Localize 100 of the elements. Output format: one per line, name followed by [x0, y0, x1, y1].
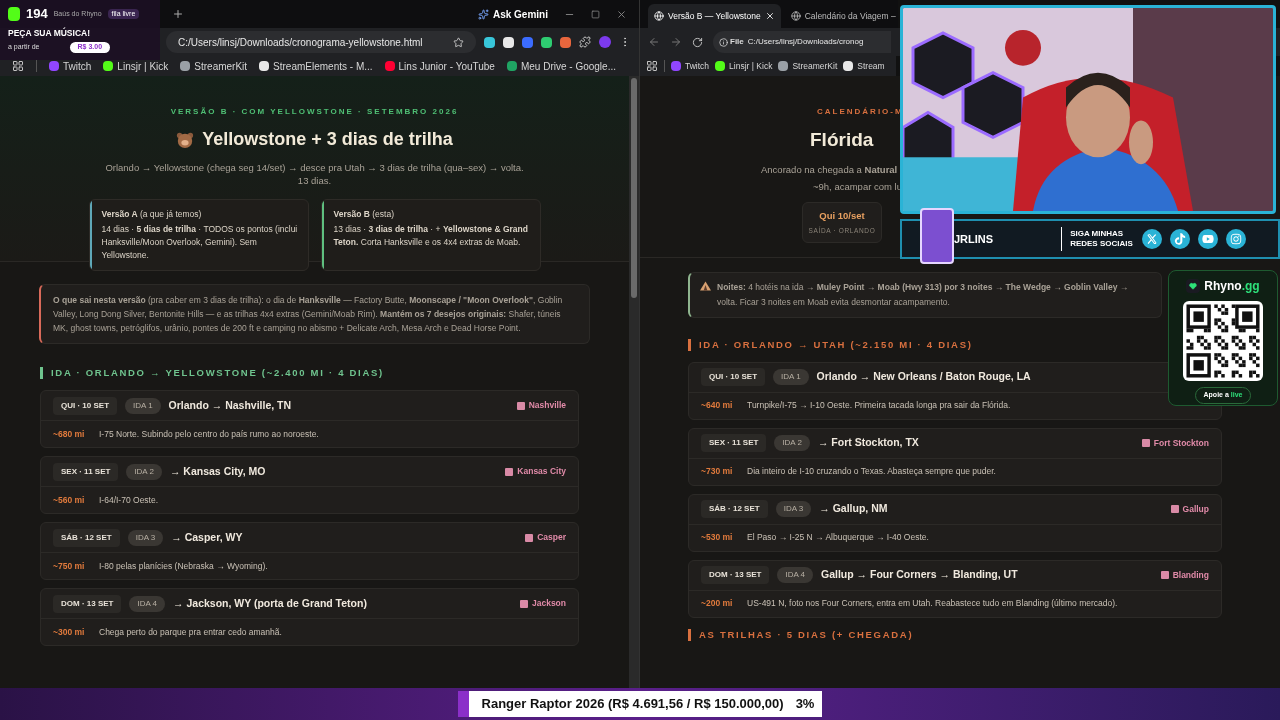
- hotel-name: Kansas City: [517, 465, 566, 479]
- hotel-icon: [1160, 571, 1169, 580]
- new-tab-icon[interactable]: [172, 8, 184, 20]
- bookmark-link[interactable]: Stream: [843, 59, 885, 73]
- day-title: → Kansas City, MO: [169, 463, 266, 479]
- day-title: → Fort Stockton, TX: [817, 435, 919, 451]
- bookmark-link[interactable]: Lins Junior - YouTube: [384, 58, 495, 74]
- tiktok-icon: [1170, 229, 1191, 249]
- section-title: AS TRILHAS · 5 DIAS (+ CHEGADA): [699, 627, 914, 642]
- bookmark-link[interactable]: Twitch: [49, 58, 92, 74]
- ida-badge: IDA 3: [127, 529, 164, 546]
- reload-icon[interactable]: [692, 36, 703, 48]
- version-description: 14 dias · 5 dias de trilha · TODOS os pontos (inclui Hanksville/Moon Overlook, Gemini). Sem Yellowstone.: [101, 222, 298, 262]
- bookmark-star-icon[interactable]: [453, 36, 464, 48]
- scrollbar-thumb[interactable]: [631, 78, 637, 298]
- heart-icon: [1186, 279, 1201, 293]
- day-title: → Jackson, WY (porta de Grand Teton): [173, 595, 367, 611]
- date-badge: QUI · 10 SET: [701, 368, 765, 387]
- info-icon: [719, 37, 728, 47]
- day-detail: Chega perto do parque pra entrar cedo amanhã.: [99, 625, 282, 639]
- mileage: ~730 mi: [701, 465, 734, 479]
- date-badge: DOM · 13 SET: [701, 566, 770, 585]
- mileage: ~530 mi: [701, 531, 734, 545]
- ida-badge: IDA 1: [125, 397, 161, 414]
- day-title: Orlando → New Orleans / Baton Rouge, LA: [816, 369, 1031, 385]
- section-title: IDA · ORLANDO → UTAH (~2.150 MI · 4 DIAS): [699, 337, 973, 352]
- bookmark-link[interactable]: StreamerKit: [778, 59, 838, 73]
- extension-icon[interactable]: [503, 36, 514, 48]
- ida-badge: IDA 4: [777, 567, 814, 584]
- bookmark-link[interactable]: StreamerKit: [180, 58, 248, 74]
- song-request-title: PEÇA SUA MÚSICA!: [8, 26, 91, 40]
- day-detail: I-80 pelas planícies (Nebraska → Wyoming).: [99, 559, 268, 573]
- eyebrow-text: CALENDÁRIO-M: [817, 106, 905, 118]
- apps-icon[interactable]: [12, 60, 24, 72]
- day-title: Orlando → Nashville, TN: [168, 397, 292, 413]
- hotel-icon: [519, 599, 528, 608]
- page-title: Flórida: [810, 128, 875, 152]
- bookmark-link[interactable]: Linsjr | Kick: [715, 59, 773, 73]
- hotel-name: Nashville: [528, 399, 566, 413]
- mileage: ~640 mi: [701, 399, 734, 413]
- mileage: ~300 mi: [53, 625, 86, 639]
- bookmark-link[interactable]: Twitch: [671, 59, 710, 73]
- ida-badge: IDA 2: [774, 435, 810, 452]
- version-heading: Versão B (esta): [333, 208, 395, 221]
- bookmark-link[interactable]: Linsjr | Kick: [103, 58, 169, 74]
- date-badge: SÁB · 12 SET: [701, 500, 768, 519]
- extension-icon[interactable]: [484, 36, 495, 48]
- bookmark-link[interactable]: Meu Drive - Google...: [506, 58, 616, 74]
- back-icon[interactable]: [648, 36, 660, 48]
- channel-name: JRLINS: [954, 231, 994, 247]
- maximize-icon[interactable]: [591, 9, 600, 19]
- close-icon[interactable]: [616, 8, 627, 20]
- day-title: Gallup → Four Corners → Blanding, UT: [821, 567, 1018, 583]
- page-subtitle: Orlando → Yellowstone (chega seg 14/set) → desce pra Utah → 3 dias de trilha (qua–sex) → volta. 13 dias.: [104, 161, 525, 187]
- page-subtitle: Ancorado na chegada a Natural: [761, 162, 899, 177]
- brand-name: Rhyno: [1204, 278, 1242, 295]
- nights-text: Noites: 4 hotéis na ida → Muley Point → Moab (Hwy 313) por 3 noites → The Wedge → Goblin Valley →: [717, 281, 1129, 294]
- hotel-icon: [1170, 505, 1179, 514]
- close-tab-icon[interactable]: [764, 11, 775, 21]
- mileage: ~560 mi: [53, 493, 86, 507]
- youtube-icon: [1198, 229, 1219, 249]
- address-bar[interactable]: File C:/Users/linsj/Downloads/cronog: [713, 31, 891, 53]
- browser-tab[interactable]: Versão B — Yellowstone: [648, 4, 781, 28]
- date-badge: SEX · 11 SET: [53, 462, 119, 481]
- note-text: O que sai nesta versão (pra caber em 3 dias de trilha): o dia de Hanksville — Factory Butte, Moonscape / "Moon Overlook", Goblin Valley, Long Dong Silver, Bentonite Hills — e as trilhas 4x4 extras (Gemini/Moab Rim). Mantém os 7 desejos originais: Shafer, túneis MK, ghost towns, petróglifos, urânio, pontes de 200 ft e camping no abismo + Delicate Arch, Mesa Arch e Dead Horse Point.: [53, 294, 564, 335]
- profile-avatar[interactable]: [599, 36, 611, 48]
- address-bar[interactable]: C:/Users/linsj/Downloads/cronograma-yellowstone.html: [166, 31, 476, 53]
- day-detail: El Paso → I-25 N → Albuquerque → I-40 Oeste.: [747, 531, 929, 545]
- hotel-name: Fort Stockton: [1153, 436, 1209, 450]
- nights-text: volta. Ficar 3 noites em Moab evita desmontar acampamento.: [717, 295, 951, 309]
- date-badge: QUI · 10 SET: [53, 396, 117, 415]
- date-badge: DOM · 13 SET: [53, 594, 122, 613]
- hotel-name: Jackson: [531, 597, 566, 611]
- day-detail: Dia inteiro de I-10 cruzando o Texas. Abasteça sempre que puder.: [747, 465, 996, 479]
- browser-tab[interactable]: Calendário da Viagem –: [784, 4, 902, 28]
- date-badge: SEX · 11 SET: [701, 434, 767, 453]
- date-badge: SÁB · 12 SET: [53, 528, 120, 547]
- hotel-name: Blanding: [1172, 568, 1209, 582]
- ask-gemini-button[interactable]: Ask Gemini: [477, 6, 548, 22]
- globe-icon: [790, 11, 801, 21]
- page-title: Yellowstone + 3 dias de trilha: [202, 128, 453, 151]
- extension-icon[interactable]: [541, 36, 552, 48]
- hotel-icon: [1141, 439, 1150, 448]
- url-text: C:/Users/linsj/Downloads/cronograma-yellowstone.html: [178, 35, 423, 50]
- apps-icon[interactable]: [646, 60, 658, 72]
- sparkle-icon: [477, 8, 489, 20]
- brand-suffix: .gg: [1241, 278, 1260, 295]
- hotel-icon: [516, 401, 525, 410]
- bookmark-link[interactable]: StreamElements - M...: [259, 58, 373, 74]
- ida-badge: IDA 3: [775, 501, 812, 518]
- follow-text: SIGA MINHAS REDES SOCIAIS: [1070, 229, 1134, 249]
- site-info-chip[interactable]: File: [719, 36, 744, 48]
- instagram-icon: [1226, 229, 1247, 249]
- version-description: 13 dias · 3 dias de trilha · + Yellowstone & Grand Teton. Corta Hanksville e os 4x4 extras de Moab.: [333, 222, 529, 249]
- hotel-name: Casper: [537, 531, 566, 545]
- globe-icon: [654, 11, 664, 21]
- eyebrow-text: VERSÃO B · COM YELLOWSTONE · SETEMBRO 2026: [170, 106, 459, 118]
- section-title: IDA · ORLANDO → YELLOWSTONE (~2.400 MI · 4 DIAS): [51, 366, 384, 380]
- extensions-icon[interactable]: [579, 36, 591, 48]
- viewer-count: 194: [26, 5, 48, 23]
